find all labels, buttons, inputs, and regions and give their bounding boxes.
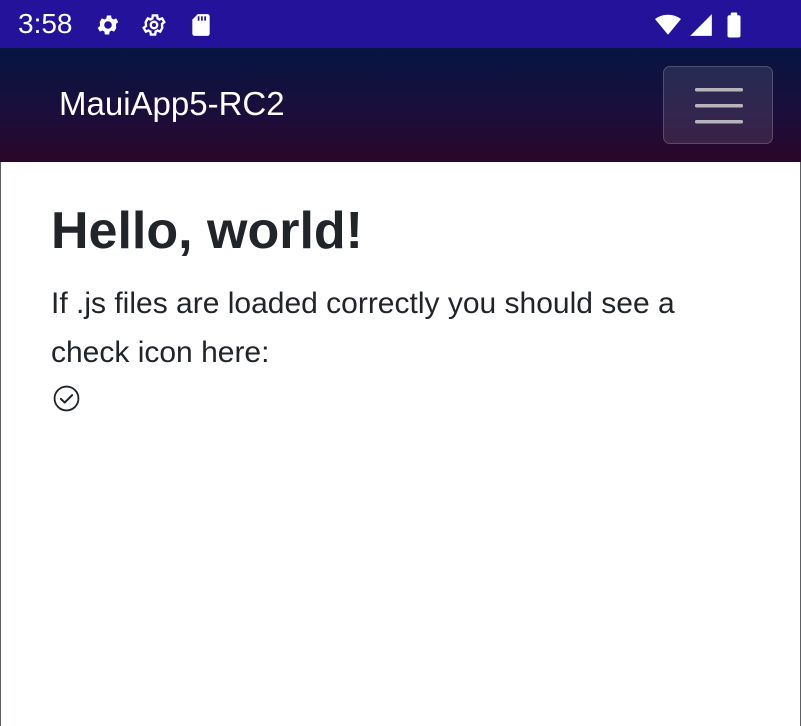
wifi-icon <box>653 12 683 38</box>
battery-icon <box>724 12 744 38</box>
app-bar: MauiApp5-RC2 <box>0 48 801 162</box>
hamburger-menu-button[interactable] <box>663 66 773 144</box>
main-content: Hello, world! If .js files are loaded co… <box>0 162 801 726</box>
check-circle-icon <box>53 385 80 412</box>
status-bar: 3:58 <box>0 0 801 48</box>
page-heading: Hello, world! <box>51 202 363 260</box>
app-title[interactable]: MauiApp5-RC2 <box>59 84 285 124</box>
sd-card-icon <box>188 12 214 38</box>
hamburger-menu-icon <box>695 88 743 124</box>
signal-icon <box>688 12 714 38</box>
status-time: 3:58 <box>18 8 73 39</box>
settings-gear-icon <box>95 12 121 38</box>
settings-outline-icon <box>141 12 167 38</box>
description-text: If .js files are loaded correctly you sh… <box>51 287 675 369</box>
